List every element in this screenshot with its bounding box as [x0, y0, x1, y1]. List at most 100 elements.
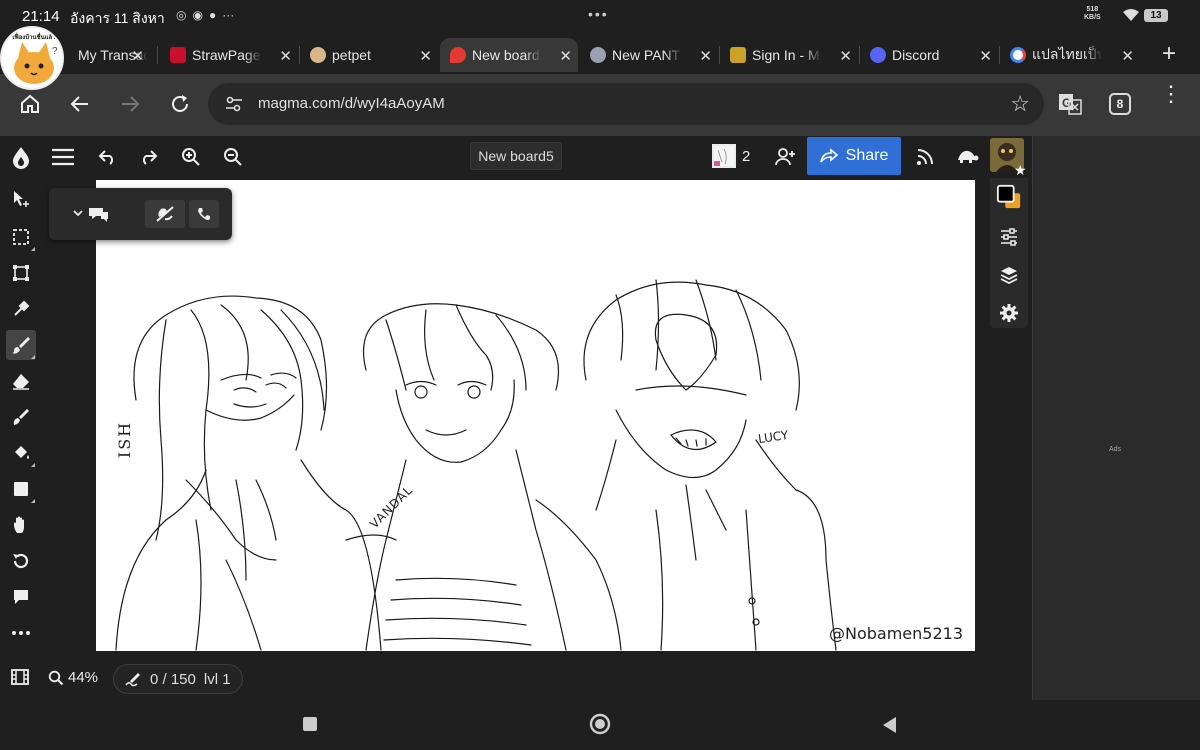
color-swatch-icon — [996, 184, 1021, 209]
petpet-icon — [310, 47, 326, 63]
chat-panel — [49, 188, 232, 240]
adjustments-button[interactable] — [996, 224, 1022, 250]
color-swatch[interactable] — [996, 184, 1022, 210]
transform-icon — [13, 265, 29, 281]
status-drag-handle[interactable]: ••• — [588, 6, 609, 22]
comment-tool[interactable] — [6, 582, 36, 612]
close-icon[interactable]: ✕ — [419, 47, 432, 65]
tab-new-board5[interactable]: New board5 ✕ — [440, 38, 578, 72]
eraser-tool[interactable] — [6, 366, 36, 396]
left-toolbar — [0, 178, 44, 678]
marquee-select-icon — [13, 229, 29, 245]
stroke-counter[interactable]: 0 / 150 lvl 1 — [113, 664, 243, 694]
close-icon[interactable]: ✕ — [559, 47, 572, 65]
back-triangle-icon[interactable] — [880, 715, 898, 735]
turtle-icon[interactable] — [954, 144, 980, 170]
tab-petpet[interactable]: petpet ✕ — [300, 38, 438, 72]
system-navigation-bar — [0, 700, 1200, 750]
new-tab-button[interactable]: + — [1162, 40, 1176, 68]
home-icon — [21, 94, 39, 113]
timelapse-film-icon[interactable] — [10, 668, 30, 686]
undo-icon[interactable] — [94, 144, 120, 170]
hand-tool[interactable] — [6, 510, 36, 540]
network-speed-unit: KB/S — [1084, 14, 1101, 21]
eyedropper-icon — [14, 300, 30, 316]
back-button[interactable] — [64, 88, 96, 120]
cat-sticker-avatar: เฟื่องบ้านชื่นแล้ว ? — [0, 26, 64, 90]
close-icon[interactable]: ✕ — [699, 47, 712, 65]
home-button[interactable] — [14, 88, 46, 120]
gear-icon — [1000, 304, 1018, 322]
fill-tool[interactable] — [6, 438, 36, 468]
network-speed-value: 518 — [1086, 6, 1099, 13]
forward-button[interactable] — [114, 88, 146, 120]
paint-bucket-icon — [15, 446, 29, 459]
selection-tool[interactable] — [6, 222, 36, 252]
zoom-out-icon[interactable] — [220, 144, 246, 170]
settings-button[interactable] — [996, 300, 1022, 326]
magma-icon — [450, 47, 466, 63]
tab-discord[interactable]: Discord ✕ — [860, 38, 998, 72]
mute-voice-button[interactable] — [145, 200, 185, 228]
status-date: อังคาร 11 สิงหา — [70, 10, 165, 26]
more-tools[interactable] — [6, 618, 36, 648]
share-arrow-icon — [819, 148, 838, 163]
drawing-canvas[interactable]: ISH VANDAL LUCY @Nobamen5213 — [96, 180, 975, 651]
reload-button[interactable] — [164, 88, 196, 120]
discord-icon — [870, 47, 886, 63]
premium-star-icon: ★ — [1014, 162, 1027, 178]
chat-icon — [73, 208, 108, 222]
recents-icon[interactable] — [301, 715, 319, 733]
close-icon[interactable]: ✕ — [131, 47, 144, 65]
board-name[interactable]: New board5 — [470, 142, 562, 170]
magma-app: New board5 2 Share ★ ISH VANDAL LUCY @No… — [0, 136, 1032, 700]
phone-icon — [198, 208, 210, 220]
comment-icon — [14, 590, 28, 604]
online-user-thumbnail[interactable] — [712, 144, 736, 168]
redo-icon[interactable] — [136, 144, 162, 170]
brush-tool[interactable] — [6, 330, 36, 360]
magma-logo-icon[interactable] — [8, 144, 34, 170]
close-icon[interactable]: ✕ — [979, 47, 992, 65]
strawpage-icon — [170, 47, 186, 63]
close-icon[interactable]: ✕ — [279, 47, 292, 65]
bookmark-star-icon[interactable]: ☆ — [1010, 91, 1030, 117]
address-bar[interactable]: magma.com/d/wyI4aAoyAM ☆ — [208, 83, 1044, 125]
share-button[interactable]: Share — [807, 137, 901, 175]
smudge-tool[interactable] — [6, 402, 36, 432]
voice-call-button[interactable] — [189, 200, 219, 228]
rectangle-icon — [14, 482, 28, 496]
move-cursor-icon — [14, 191, 29, 207]
close-icon[interactable]: ✕ — [1121, 47, 1134, 65]
shape-tool[interactable] — [6, 474, 36, 504]
ads-panel: Ads — [1032, 136, 1200, 700]
site-settings-icon[interactable] — [224, 95, 244, 113]
tab-new-panty[interactable]: New PANTY ✕ — [580, 38, 718, 72]
browser-menu-icon[interactable]: ⋮ — [1160, 83, 1182, 105]
zoom-value: 44% — [68, 669, 99, 686]
home-circle-icon[interactable] — [589, 713, 611, 735]
tab-switcher-button[interactable]: 8 — [1109, 93, 1131, 115]
artwork-signature: @Nobamen5213 — [829, 624, 964, 643]
feed-icon[interactable] — [912, 144, 938, 170]
smudge-brush-icon — [13, 409, 29, 425]
move-tool[interactable] — [6, 184, 36, 214]
browser-toolbar: magma.com/d/wyI4aAoyAM ☆ G 8 ⋮ — [0, 74, 1200, 136]
hamburger-menu-icon[interactable] — [50, 144, 76, 170]
rotate-tool[interactable] — [6, 546, 36, 576]
share-label: Share — [845, 147, 889, 164]
artwork-label-ish: ISH — [115, 420, 135, 459]
translate-button[interactable]: G — [1054, 88, 1086, 120]
instagram-icon: ◎ — [176, 8, 187, 22]
add-user-icon[interactable] — [772, 144, 798, 170]
zoom-in-icon[interactable] — [178, 144, 204, 170]
layers-button[interactable] — [996, 262, 1022, 288]
close-icon[interactable]: ✕ — [839, 47, 852, 65]
zoom-indicator[interactable]: 44% — [48, 669, 98, 686]
chat-toggle-button[interactable] — [69, 200, 113, 228]
tab-strawpage[interactable]: StrawPage D ✕ — [160, 38, 298, 72]
tab-translate[interactable]: แปลไทยเป็นอั ✕ — [1000, 38, 1140, 72]
transform-tool[interactable] — [6, 258, 36, 288]
tab-sign-in[interactable]: Sign In - My ✕ — [720, 38, 858, 72]
eyedropper-tool[interactable] — [6, 294, 36, 324]
